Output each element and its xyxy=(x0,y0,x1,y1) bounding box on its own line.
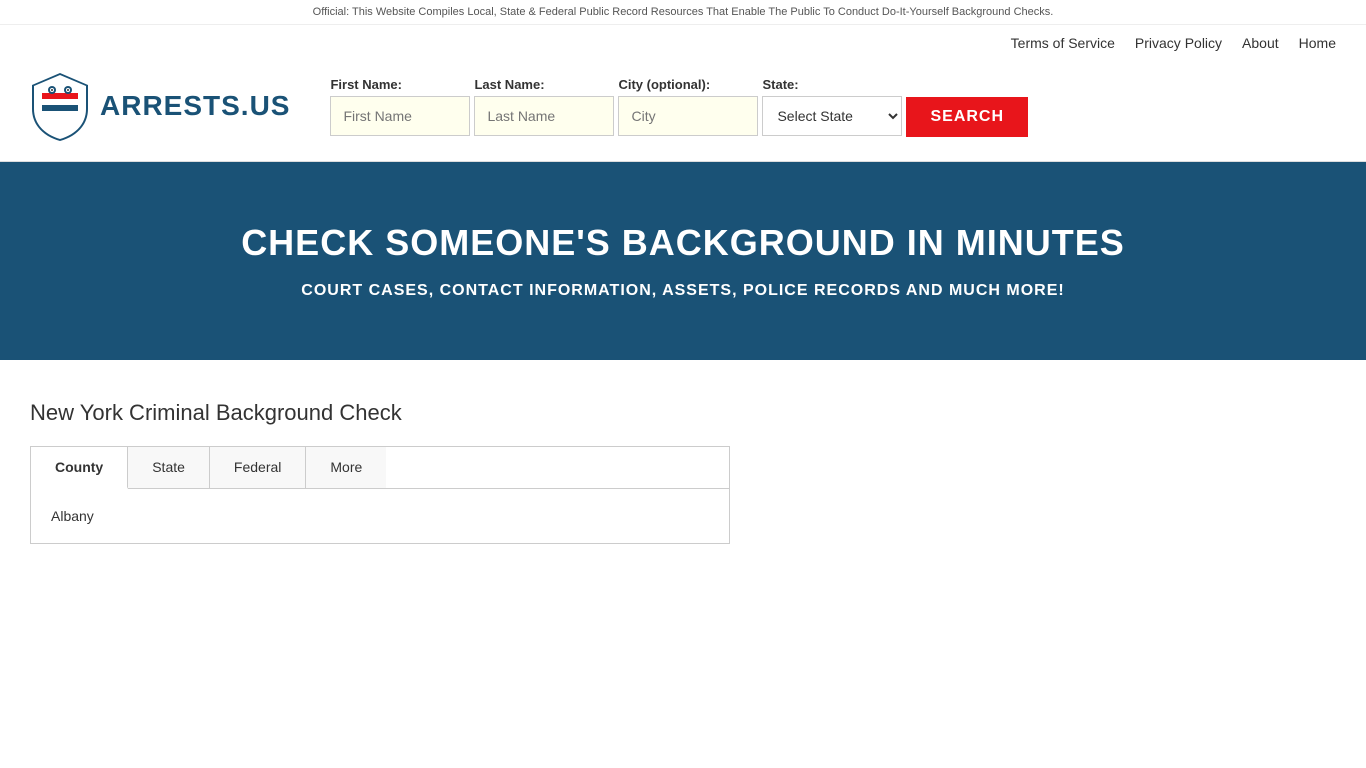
city-input[interactable] xyxy=(618,96,758,136)
main-content: New York Criminal Background Check Count… xyxy=(0,360,1366,584)
tabs-header: County State Federal More xyxy=(31,447,729,489)
search-button[interactable]: SEARCH xyxy=(906,97,1028,137)
last-name-label: Last Name: xyxy=(474,77,614,92)
logo-text: ARRESTS.US xyxy=(100,90,290,122)
hero-banner: CHECK SOMEONE'S BACKGROUND IN MINUTES CO… xyxy=(0,162,1366,360)
logo-link[interactable]: ARRESTS.US xyxy=(30,71,290,141)
tab-county[interactable]: County xyxy=(31,447,128,489)
nav-privacy-policy[interactable]: Privacy Policy xyxy=(1135,35,1222,51)
hero-subtitle: COURT CASES, CONTACT INFORMATION, ASSETS… xyxy=(20,282,1346,300)
state-select[interactable]: Select State Alabama Alaska Arizona Arka… xyxy=(762,96,902,136)
list-item: Albany xyxy=(51,504,709,528)
hero-title: CHECK SOMEONE'S BACKGROUND IN MINUTES xyxy=(20,222,1346,264)
shield-icon xyxy=(30,71,90,141)
first-name-field-group: First Name: xyxy=(330,77,470,136)
announcement-text: Official: This Website Compiles Local, S… xyxy=(313,6,1054,18)
city-label: City (optional): xyxy=(618,77,758,92)
search-button-group: SEARCH xyxy=(906,75,1028,137)
tab-more[interactable]: More xyxy=(306,447,386,488)
city-field-group: City (optional): xyxy=(618,77,758,136)
first-name-label: First Name: xyxy=(330,77,470,92)
last-name-input[interactable] xyxy=(474,96,614,136)
tabs-container: County State Federal More Albany xyxy=(30,446,730,544)
section-title: New York Criminal Background Check xyxy=(30,400,1336,426)
header: ARRESTS.US First Name: Last Name: City (… xyxy=(0,61,1366,162)
nav-about[interactable]: About xyxy=(1242,35,1279,51)
tab-federal[interactable]: Federal xyxy=(210,447,306,488)
tab-content-county: Albany xyxy=(31,489,729,543)
last-name-field-group: Last Name: xyxy=(474,77,614,136)
navigation: Terms of Service Privacy Policy About Ho… xyxy=(0,25,1366,61)
tab-state[interactable]: State xyxy=(128,447,210,488)
nav-home[interactable]: Home xyxy=(1299,35,1336,51)
state-label: State: xyxy=(762,77,902,92)
announcement-bar: Official: This Website Compiles Local, S… xyxy=(0,0,1366,25)
state-field-group: State: Select State Alabama Alaska Arizo… xyxy=(762,77,902,136)
first-name-input[interactable] xyxy=(330,96,470,136)
search-inputs: First Name: Last Name: City (optional): … xyxy=(330,75,1028,137)
nav-terms-of-service[interactable]: Terms of Service xyxy=(1011,35,1115,51)
search-area: First Name: Last Name: City (optional): … xyxy=(330,75,1028,137)
